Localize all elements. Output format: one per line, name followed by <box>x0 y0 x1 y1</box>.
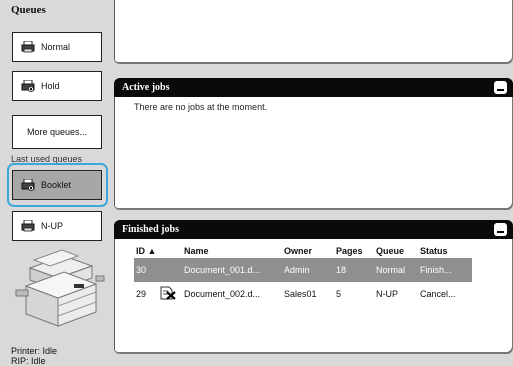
finished-jobs-table: ID ▲ Name Owner Pages Queue Status 30 Do… <box>134 243 472 306</box>
empty-jobs-message: There are no jobs at the moment. <box>134 102 268 112</box>
queue-label: Normal <box>41 42 71 52</box>
column-header-queue[interactable]: Queue <box>376 243 420 258</box>
printer-icon <box>21 41 35 53</box>
column-header-id[interactable]: ID ▲ <box>134 243 160 258</box>
job-status: Cancel... <box>420 289 456 299</box>
sidebar-title: Queues <box>11 4 46 16</box>
queue-sidebar: Queues Normal Hold More queues... Last u… <box>0 0 112 366</box>
job-queue: Normal <box>376 258 420 282</box>
printer-icon <box>21 220 35 232</box>
job-status: Finish... <box>420 258 472 282</box>
printer-status: Printer: Idle RIP: Idle <box>11 346 57 366</box>
finished-jobs-header: Finished jobs <box>114 220 513 239</box>
queue-normal-button[interactable]: Normal <box>12 32 102 62</box>
finished-jobs-title: Finished jobs <box>122 224 179 235</box>
more-queues-button[interactable]: More queues... <box>12 115 102 149</box>
column-header-status[interactable]: Status <box>420 243 472 258</box>
top-panel <box>114 0 513 64</box>
job-name: Document_001.d... <box>184 258 284 282</box>
minimize-icon[interactable] <box>494 223 507 236</box>
printer-hold-icon <box>21 179 35 191</box>
queue-hold-button[interactable]: Hold <box>12 71 102 101</box>
queue-label: Booklet <box>41 180 72 190</box>
job-pages: 18 <box>336 258 376 282</box>
queue-nup-button[interactable]: N-UP <box>12 211 102 241</box>
job-owner: Sales01 <box>284 289 317 299</box>
job-queue: N-UP <box>376 289 398 299</box>
job-owner: Admin <box>284 258 336 282</box>
minimize-icon[interactable] <box>494 81 507 94</box>
finished-jobs-panel: Finished jobs ID ▲ Name Owner Pages Queu… <box>114 220 513 354</box>
table-row[interactable]: 30 Document_001.d... Admin 18 Normal Fin… <box>134 258 472 282</box>
table-row[interactable]: 29 Document_002.d... Sales01 5 N-UP Canc… <box>134 282 472 306</box>
active-jobs-title: Active jobs <box>122 82 170 93</box>
cancelled-job-icon <box>160 286 176 300</box>
column-header-pages[interactable]: Pages <box>336 243 376 258</box>
job-id: 30 <box>134 258 160 282</box>
more-queues-label: More queues... <box>26 127 88 137</box>
job-id: 29 <box>136 289 147 299</box>
queue-label: Hold <box>41 81 60 91</box>
active-jobs-panel: Active jobs There are no jobs at the mom… <box>114 78 513 210</box>
column-header-name[interactable]: Name <box>184 243 284 258</box>
queue-label: N-UP <box>41 221 63 231</box>
printer-hold-icon <box>21 80 35 92</box>
column-header-owner[interactable]: Owner <box>284 243 336 258</box>
active-jobs-header: Active jobs <box>114 78 513 97</box>
job-type-cell <box>160 258 184 282</box>
printer-status-line: Printer: Idle <box>11 346 58 356</box>
column-header-icon <box>160 243 184 258</box>
job-type-cell <box>160 282 184 306</box>
queue-booklet-button[interactable]: Booklet <box>12 170 102 200</box>
rip-status-line: RIP: Idle <box>11 356 46 366</box>
job-pages: 5 <box>336 289 342 299</box>
job-name: Document_002.d... <box>184 289 261 299</box>
printer-image <box>15 249 105 327</box>
